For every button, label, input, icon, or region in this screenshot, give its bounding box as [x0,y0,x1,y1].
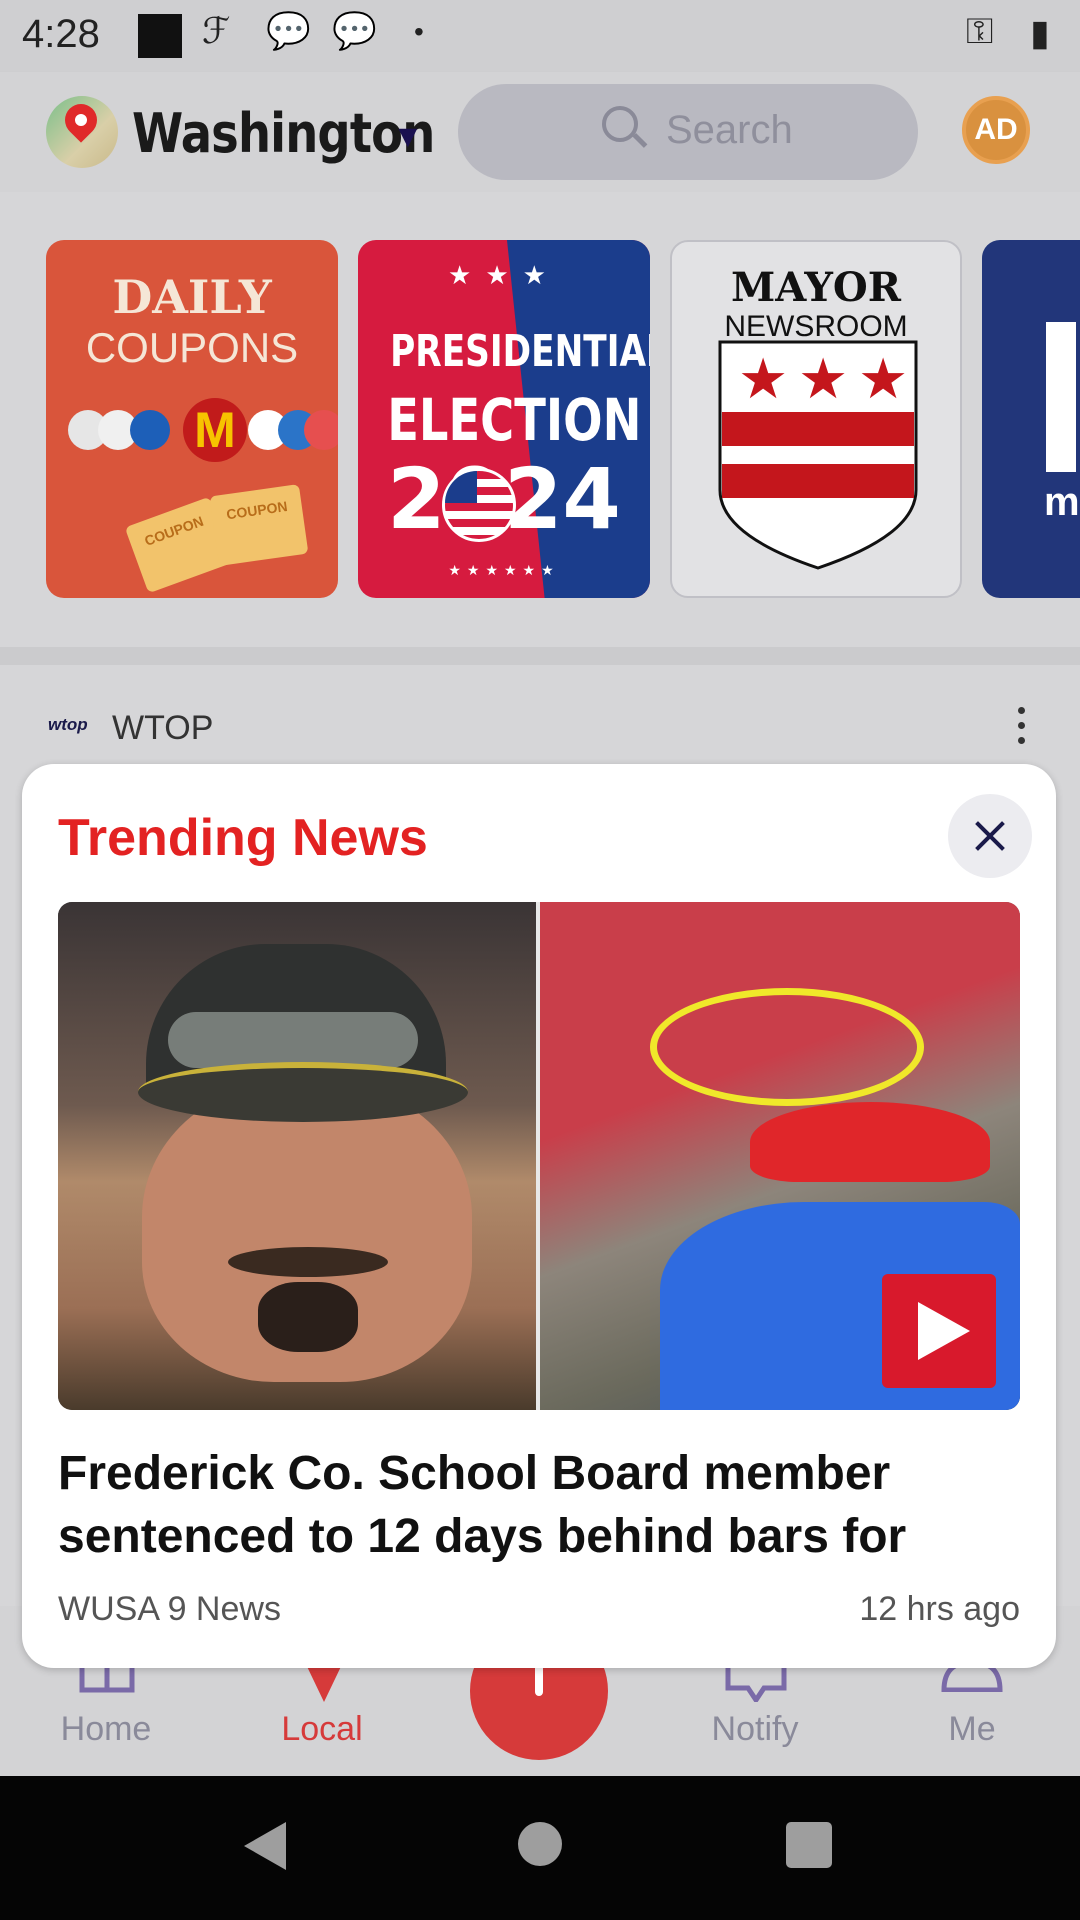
news-thumbnail[interactable] [58,902,1020,1410]
play-video-icon[interactable] [882,1274,996,1388]
search-bar[interactable]: Search [458,84,918,180]
coupon-ticket-2: COUPON [209,484,309,566]
svg-text:★: ★ [858,347,908,412]
channel-carousel[interactable]: DAILY COUPONS M COUPON COUPON ★★★ PRESID… [0,192,1080,647]
recents-icon[interactable] [786,1822,832,1868]
svg-text:★: ★ [798,347,848,412]
us-flag-ball-icon [442,468,516,542]
battery-icon: ▮ [1030,12,1050,53]
trending-news-dialog: Trending News Frederick Co. School Board… [22,764,1056,1668]
back-icon[interactable] [244,1822,286,1870]
close-icon[interactable] [948,794,1032,878]
section-divider [0,647,1080,665]
stars-decoration-bottom: ★★★★★★ [448,562,560,578]
source-logo: wtop [48,715,88,734]
search-placeholder: Search [666,108,793,152]
chat-icon-2: 💬 [332,10,377,51]
dialog-title: Trending News [58,809,428,867]
more-options-icon[interactable] [1018,707,1026,752]
dc-flag-shield-icon: ★ ★ ★ [718,340,918,570]
status-bar: 4:28 ℱ 💬 💬 • ⚿ ▮ [0,0,1080,72]
nav-local[interactable]: Local [222,1710,422,1749]
card-title: MAYOR [731,264,901,311]
card-title: m [1044,480,1080,524]
channel-card-mayor-newsroom[interactable]: MAYOR NEWSROOM ★ ★ ★ [670,240,962,598]
nav-notify[interactable]: Notify [655,1710,855,1749]
card-subtitle: COUPONS [85,324,299,371]
chat-icon: 💬 [266,10,311,51]
stars-decoration: ★★★ [448,260,560,290]
card-title: DAILY [112,270,272,324]
nav-home[interactable]: Home [6,1710,206,1749]
mcdonalds-logo-icon: M [183,398,247,462]
channel-card-partial[interactable]: m [982,240,1080,598]
news-timestamp: 12 hrs ago [859,1590,1020,1628]
caret-down-icon[interactable]: ▼ [392,118,424,155]
store-logos: M [68,398,338,462]
card-subtitle: ELECTION [387,386,642,454]
channel-card-daily-coupons[interactable]: DAILY COUPONS M COUPON COUPON [46,240,338,598]
f-app-icon: ℱ [202,10,231,51]
home-circle-icon[interactable] [518,1822,562,1866]
top-bar: Washington ▼ Search AD [0,72,1080,192]
news-headline[interactable]: Frederick Co. School Board member senten… [58,1442,1018,1568]
notification-square-icon [138,14,182,58]
card-title: PRESIDENTIAL [390,326,650,377]
location-name[interactable]: Washington [132,102,435,165]
card-subtitle: NEWSROOM [724,310,908,343]
thumbnail-left-photo [58,902,536,1410]
channel-card-presidential-election[interactable]: ★★★ PRESIDENTIAL ELECTION 2024 ★★★★★★ [358,240,650,598]
news-source: WUSA 9 News [58,1590,281,1628]
location-pin-icon[interactable] [46,96,118,168]
nav-me[interactable]: Me [872,1710,1072,1749]
svg-text:★: ★ [738,347,788,412]
search-icon [602,106,638,142]
profile-avatar[interactable]: AD [962,96,1030,164]
highlight-circle [650,988,924,1106]
status-time: 4:28 [22,12,100,56]
vpn-key-icon: ⚿ [966,10,994,51]
source-name[interactable]: WTOP [112,709,213,748]
dot-icon: • [414,16,424,47]
system-navigation-bar [0,1776,1080,1920]
feed-item-header: wtop WTOP [0,665,1080,765]
